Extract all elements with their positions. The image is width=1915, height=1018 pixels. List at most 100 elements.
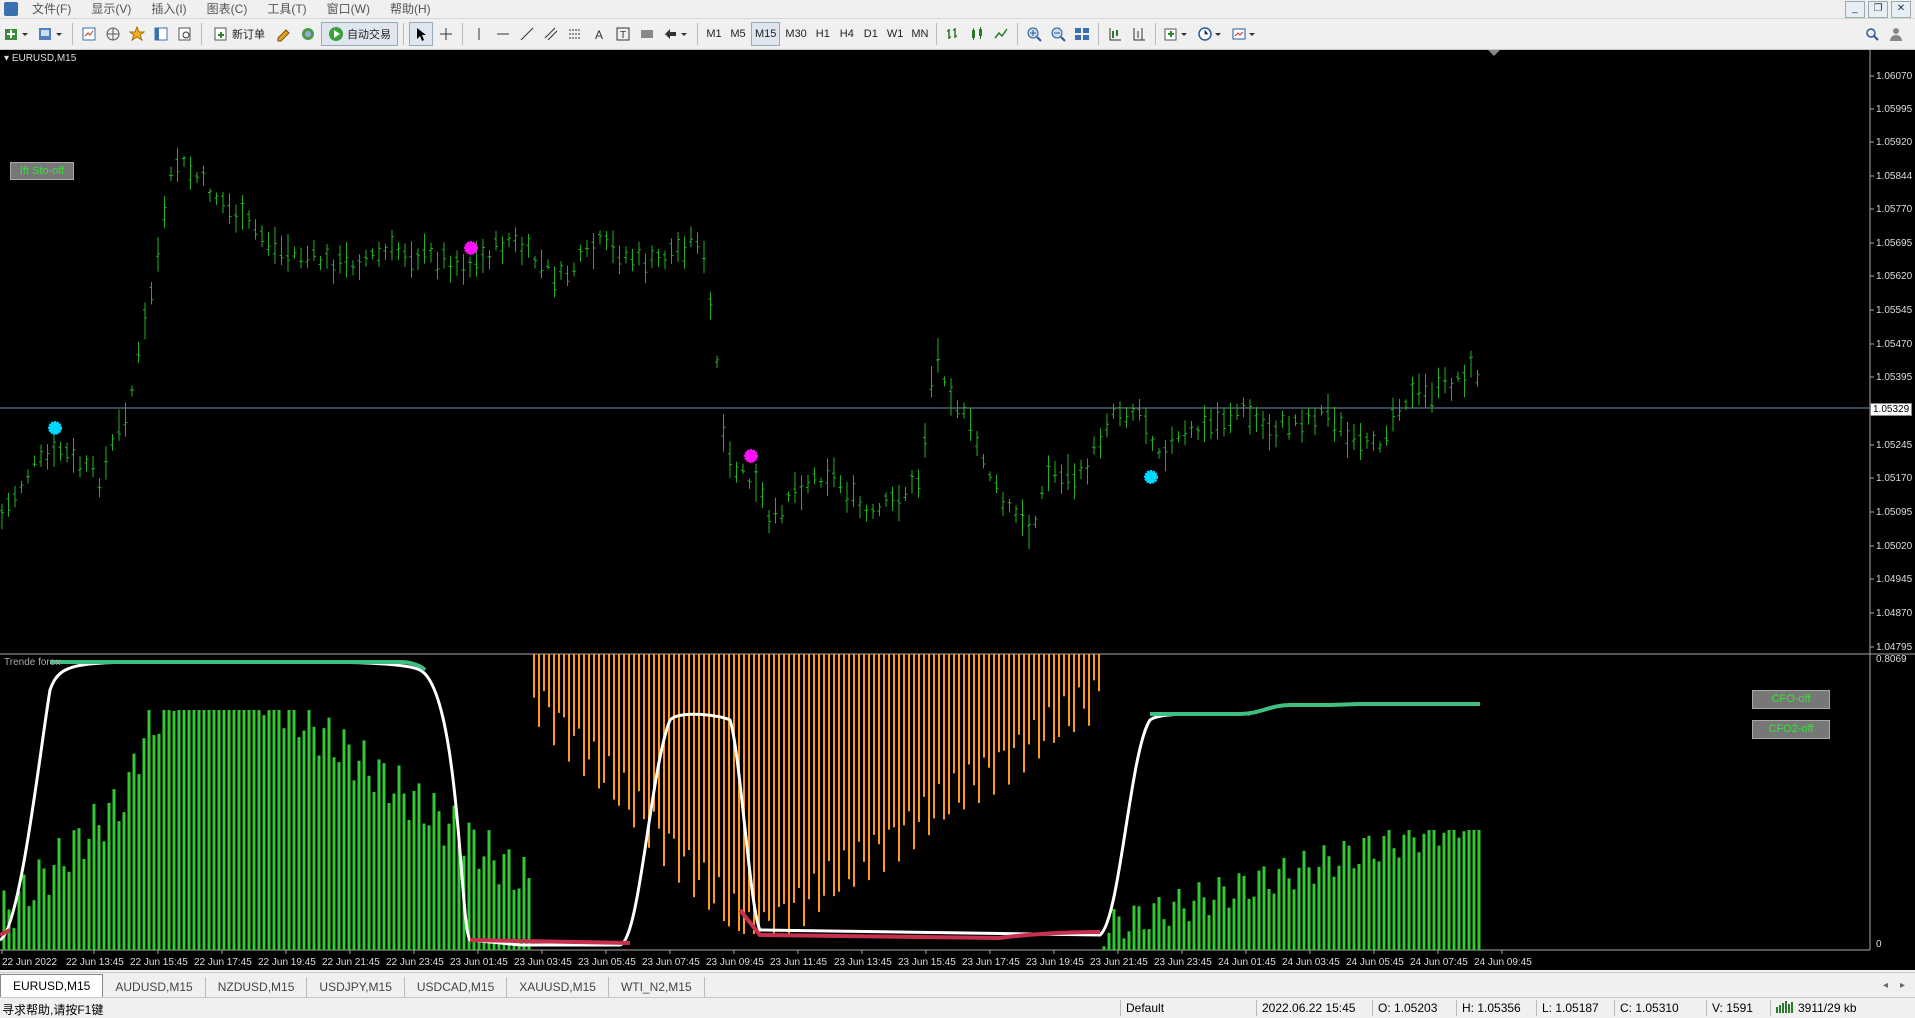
candle-chart-button[interactable] <box>966 22 988 46</box>
crosshair-tool[interactable] <box>435 22 457 46</box>
menu-help[interactable]: 帮助(H) <box>380 0 441 18</box>
vertical-line-tool[interactable] <box>468 22 490 46</box>
favorites-button[interactable] <box>126 22 148 46</box>
tf-m15[interactable]: M15 <box>751 22 781 46</box>
text-label-tool[interactable]: T <box>612 22 634 46</box>
ohlc-bar <box>728 441 732 478</box>
tab-audusd[interactable]: AUDUSD,M15 <box>103 977 206 997</box>
ohlc-bar <box>1261 410 1265 440</box>
tab-xauusd[interactable]: XAUUSD,M15 <box>507 977 609 997</box>
tf-mn[interactable]: MN <box>908 22 931 46</box>
zoom-in-button[interactable] <box>1023 22 1045 46</box>
community-button[interactable] <box>297 22 319 46</box>
tf-h4[interactable]: H4 <box>836 22 858 46</box>
ohlc-bar <box>156 237 160 272</box>
tab-usdjpy[interactable]: USDJPY,M15 <box>307 977 405 997</box>
cfo2-toggle-button[interactable]: CFO2-off <box>1752 720 1830 739</box>
tab-eurusd[interactable]: EURUSD,M15 <box>0 974 104 997</box>
account-button[interactable] <box>1885 22 1907 46</box>
menu-view[interactable]: 显示(V) <box>81 0 141 18</box>
tf-m1[interactable]: M1 <box>703 22 725 46</box>
time-axis-label: 22 Jun 21:45 <box>322 957 380 968</box>
ohlc-bar <box>864 504 869 522</box>
ohlc-bar <box>1124 406 1129 429</box>
chart-window[interactable]: 1.06070 1.05995 1.05920 1.05844 1.05770 1.056… <box>0 50 1915 970</box>
ohlc-bar <box>858 495 862 519</box>
chart-menu-arrow-icon[interactable]: ▾ <box>4 53 9 64</box>
zoom-out-button[interactable] <box>1047 22 1069 46</box>
autoscroll-button[interactable] <box>1104 22 1126 46</box>
tab-wti[interactable]: WTI_N2,M15 <box>609 977 705 997</box>
bar-chart-button[interactable] <box>942 22 964 46</box>
tf-h1[interactable]: H1 <box>812 22 834 46</box>
search-button[interactable] <box>1861 22 1883 46</box>
shapes-tool[interactable] <box>636 22 658 46</box>
clock-icon <box>1198 27 1222 41</box>
buy-signal-marker <box>48 421 62 435</box>
ift-sto-toggle-button[interactable]: Ift Sto-off <box>10 162 74 180</box>
market-watch-button[interactable] <box>78 22 100 46</box>
minimize-icon[interactable]: _ <box>1845 1 1865 18</box>
time-axis-label: 23 Jun 07:45 <box>642 957 700 968</box>
ohlc-bar <box>143 302 147 340</box>
candlestick-icon <box>972 27 983 40</box>
fibonacci-tool[interactable] <box>564 22 586 46</box>
tab-scroll-right-icon[interactable]: ▸ <box>1894 975 1915 997</box>
magnifier-icon <box>178 27 191 41</box>
ohlc-bar <box>1170 426 1174 454</box>
tester-button[interactable] <box>174 22 196 46</box>
horizontal-line-tool[interactable] <box>492 22 514 46</box>
meta-editor-button[interactable] <box>273 22 295 46</box>
line-chart-button[interactable] <box>990 22 1012 46</box>
tf-m5[interactable]: M5 <box>727 22 749 46</box>
periods-button[interactable] <box>1195 22 1227 46</box>
price-axis-label: 1.05695 <box>1876 238 1913 249</box>
ohlc-bar <box>1014 505 1018 523</box>
tf-d1[interactable]: D1 <box>860 22 882 46</box>
profiles-button[interactable] <box>35 22 67 46</box>
navigator-button[interactable] <box>102 22 124 46</box>
ohlc-bar <box>1469 350 1473 378</box>
status-bar: 寻求帮助,请按F1键 Default 2022.06.22 15:45 O: 1… <box>0 997 1915 1018</box>
user-icon <box>1890 28 1902 41</box>
terminal-button[interactable] <box>150 22 172 46</box>
text-tool[interactable]: A <box>588 22 610 46</box>
ohlc-bar <box>416 248 420 271</box>
ohlc-bar <box>325 243 329 269</box>
menu-insert[interactable]: 插入(I) <box>141 0 196 18</box>
trendline-tool[interactable] <box>516 22 538 46</box>
tf-w1[interactable]: W1 <box>884 22 907 46</box>
menu-window[interactable]: 窗口(W) <box>317 0 380 18</box>
price-axis-label: 1.05170 <box>1876 473 1913 484</box>
templates-button[interactable] <box>1229 22 1261 46</box>
tf-m30[interactable]: M30 <box>782 22 809 46</box>
arrows-tool[interactable] <box>660 22 692 46</box>
chart-shift-button[interactable] <box>1128 22 1150 46</box>
close-icon[interactable]: ✕ <box>1891 1 1911 18</box>
ohlc-bar <box>975 430 979 456</box>
menu-file[interactable]: 文件(F) <box>22 0 81 18</box>
chart-canvas[interactable]: 1.06070 1.05995 1.05920 1.05844 1.05770 1.056… <box>0 50 1915 970</box>
ohlc-bar <box>1189 421 1194 438</box>
rectangle-icon <box>641 30 653 38</box>
time-axis-label: 23 Jun 05:45 <box>578 957 636 968</box>
new-order-button[interactable]: 新订单 <box>207 22 271 46</box>
tab-usdcad[interactable]: USDCAD,M15 <box>405 977 508 997</box>
indicators-button[interactable] <box>1161 22 1193 46</box>
ohlc-bar <box>552 266 557 298</box>
cursor-tool[interactable] <box>409 22 433 46</box>
menu-tools[interactable]: 工具(T) <box>257 0 316 18</box>
channel-tool[interactable] <box>540 22 562 46</box>
cfo-toggle-button[interactable]: CFO-off <box>1752 690 1830 709</box>
tab-nzdusd[interactable]: NZDUSD,M15 <box>206 977 308 997</box>
ohlc-bar <box>1313 408 1317 436</box>
ohlc-bar <box>1443 367 1447 394</box>
new-chart-button[interactable] <box>1 22 33 46</box>
menu-charts[interactable]: 图表(C) <box>197 0 258 18</box>
restore-icon[interactable]: ❐ <box>1868 1 1888 18</box>
tile-windows-button[interactable] <box>1071 22 1093 46</box>
auto-trading-button[interactable]: 自动交易 <box>321 22 398 46</box>
tab-scroll-left-icon[interactable]: ◂ <box>1877 975 1894 997</box>
ohlc-bar <box>780 504 784 524</box>
ohlc-bar <box>286 233 290 272</box>
